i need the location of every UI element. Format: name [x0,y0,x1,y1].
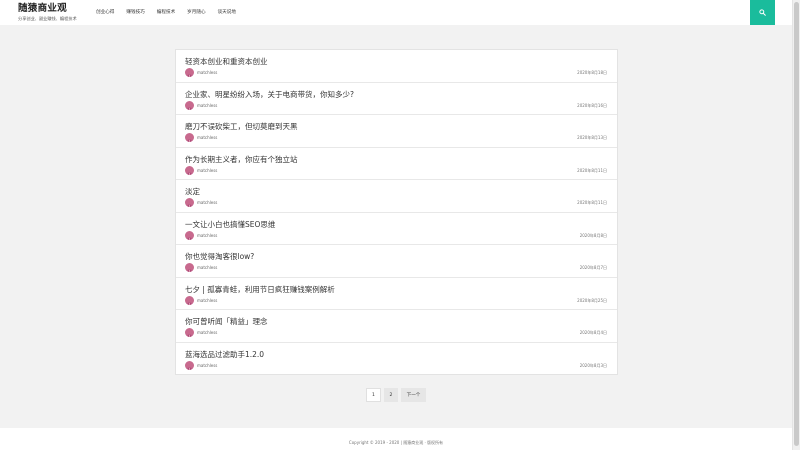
nav-item-startup[interactable]: 创业心得 [96,9,114,15]
pagination: 1 2 下一个 [366,388,429,402]
post-date: 2020年8月11日 [577,200,607,205]
next-page-button[interactable]: 下一个 [401,388,426,402]
post-date: 2020年8月4日 [579,330,607,335]
post-title[interactable]: 作为长期主义者，你应有个独立站 [185,154,298,165]
page-1-button[interactable]: 1 [366,388,381,402]
post-title[interactable]: 蓝海选品过滤助手1.2.0 [185,349,264,360]
post-author[interactable]: matchless [197,330,217,335]
post-item: 蓝海选品过滤助手1.2.0 matchless 2020年8月3日 [176,343,617,376]
author-avatar[interactable] [185,263,194,272]
search-icon [759,9,766,16]
post-author[interactable]: matchless [197,200,217,205]
nav-item-chat[interactable]: 谈天说地 [218,9,236,15]
post-author[interactable]: matchless [197,70,217,75]
post-date: 2020年8月8日 [579,232,607,238]
main-nav: 创业心得 赚钱技巧 编程技术 岁月随心 谈天说地 [96,9,248,15]
post-item: 企业家、明星纷纷入场，关于电商带货，你知多少? matchless 2020年8… [176,83,617,115]
author-avatar[interactable] [185,360,194,370]
site-subtitle: 分享创业、副业赚钱、编程技术 [18,16,77,21]
author-avatar[interactable] [185,165,194,175]
page-2-button[interactable]: 2 [384,388,398,402]
post-title[interactable]: 磨刀不误砍柴工，但切莫磨到天黑 [185,121,298,132]
post-title[interactable]: 你可曾听闻「精益」理念 [185,316,268,327]
post-author[interactable]: matchless [197,135,217,140]
post-item: 轻资本创业和重资本创业 matchless 2020年8月18日 [176,50,617,83]
author-avatar[interactable] [185,133,194,142]
post-title[interactable]: 一文让小白也搞懂SEO思维 [185,219,275,230]
author-avatar[interactable] [185,328,194,337]
post-item: 作为长期主义者，你应有个独立站 matchless 2020年8月11日 [176,148,617,180]
post-author[interactable]: matchless [197,363,217,368]
author-avatar[interactable] [185,68,194,77]
post-title[interactable]: 企业家、明星纷纷入场，关于电商带货，你知多少? [185,89,354,100]
author-avatar[interactable] [185,295,194,305]
post-author[interactable]: matchless [197,103,217,108]
post-item: 你也觉得淘客很low? matchless 2020年8月7日 [176,245,617,278]
post-date: 2020年8月13日 [577,135,607,140]
post-item: 淡定 matchless 2020年8月11日 [176,180,617,213]
post-title[interactable]: 轻资本创业和重资本创业 [185,56,268,67]
post-date: 2020年8月7日 [579,265,607,270]
post-date: 2020年8月11日 [577,167,607,173]
post-date: 2020年8月18日 [577,70,607,75]
post-item: 七夕 | 孤寡青蛙，利用节日疯狂赚钱案例解析 matchless 2020年8月… [176,278,617,310]
scrollbar-thumb[interactable] [794,2,799,446]
post-list: 轻资本创业和重资本创业 matchless 2020年8月18日 企业家、明星纷… [175,49,618,375]
copyright-text: Copyright © 2019 - 2020 | 随猿商业观 · 版权所有 [348,440,444,445]
search-button[interactable] [750,0,775,25]
post-author[interactable]: matchless [197,265,217,270]
post-item: 你可曾听闻「精益」理念 matchless 2020年8月4日 [176,310,617,343]
site-brand[interactable]: 随猿商业观 分享创业、副业赚钱、编程技术 [18,3,77,21]
nav-item-life[interactable]: 岁月随心 [187,9,205,15]
author-avatar[interactable] [185,198,194,207]
site-footer: Copyright © 2019 - 2020 | 随猿商业观 · 版权所有 [0,428,792,450]
page-scrollbar[interactable] [792,0,800,450]
post-date: 2020年8月25日 [577,297,607,303]
nav-item-money-tips[interactable]: 赚钱技巧 [126,9,144,15]
author-avatar[interactable] [185,230,194,240]
author-avatar[interactable] [185,100,194,110]
post-item: 磨刀不误砍柴工，但切莫磨到天黑 matchless 2020年8月13日 [176,115,617,148]
site-title[interactable]: 随猿商业观 [18,3,77,14]
post-item: 一文让小白也搞懂SEO思维 matchless 2020年8月8日 [176,213,617,245]
nav-item-programming[interactable]: 编程技术 [157,9,175,15]
post-title[interactable]: 七夕 | 孤寡青蛙，利用节日疯狂赚钱案例解析 [185,284,335,295]
post-date: 2020年8月16日 [577,102,607,108]
post-author[interactable]: matchless [197,298,217,303]
post-date: 2020年8月3日 [579,362,607,368]
post-title[interactable]: 你也觉得淘客很low? [185,251,254,262]
site-header: 随猿商业观 分享创业、副业赚钱、编程技术 创业心得 赚钱技巧 编程技术 岁月随心… [0,0,800,25]
post-author[interactable]: matchless [197,233,217,238]
post-author[interactable]: matchless [197,168,217,173]
post-title[interactable]: 淡定 [185,186,200,197]
